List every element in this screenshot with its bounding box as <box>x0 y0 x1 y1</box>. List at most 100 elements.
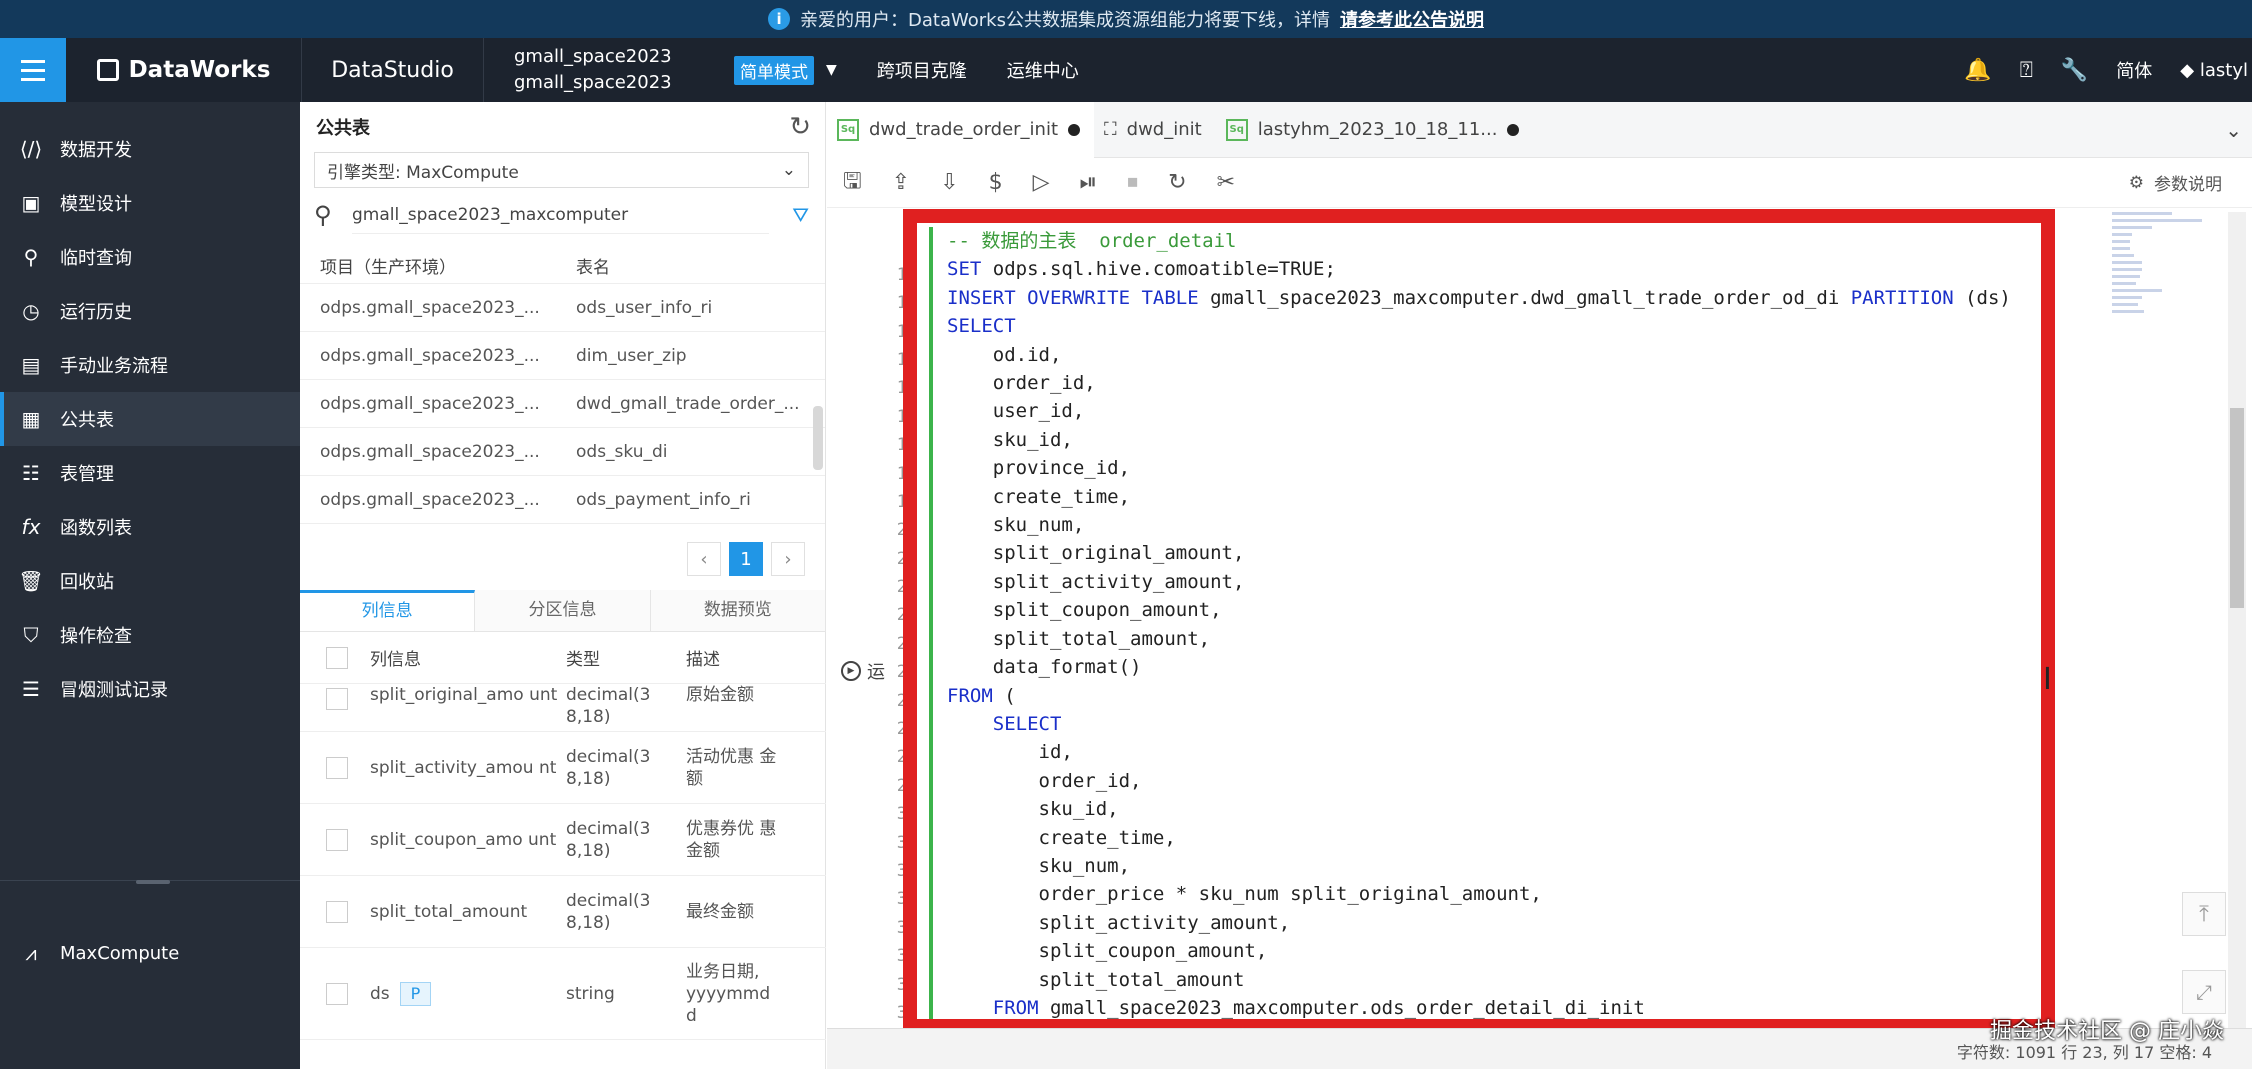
row-checkbox[interactable] <box>326 982 348 1005</box>
tab-partitions[interactable]: 分区信息 <box>475 590 651 631</box>
row-project: odps.gmall_space2023_... <box>320 489 540 510</box>
table-search[interactable]: ⚲ gmall_space2023_maxcomputer ⛛ <box>314 196 809 234</box>
wrench-icon[interactable]: 🔧 <box>2061 58 2088 83</box>
sidebar-resize-handle[interactable] <box>136 880 170 884</box>
row-checkbox[interactable] <box>326 900 348 923</box>
submit-icon[interactable]: ⇪ <box>892 170 910 195</box>
code-line: sku_num, <box>947 854 1131 877</box>
scroll-to-top-button[interactable]: ⤒ <box>2182 892 2226 936</box>
run-line-button[interactable]: ▶ 运 <box>841 658 885 684</box>
chevron-down-icon[interactable]: ▼ <box>826 62 837 78</box>
code-keyword: SELECT <box>947 315 1016 338</box>
unsaved-dot-icon[interactable] <box>1507 123 1520 136</box>
page-number[interactable]: 1 <box>729 542 763 576</box>
filter-icon[interactable]: ⛛ <box>769 203 809 227</box>
format-icon[interactable]: ✂ <box>1217 170 1235 195</box>
param-help-button[interactable]: ⚙ 参数说明 <box>2129 170 2222 196</box>
sidebar-item-query[interactable]: ⚲ 临时查询 <box>0 230 300 284</box>
tab-dwd-trade-order-init[interactable]: Sq dwd_trade_order_init <box>827 101 1095 158</box>
nav-link-ops[interactable]: 运维中心 <box>1007 57 1079 83</box>
nav-link-clone[interactable]: 跨项目克隆 <box>877 57 967 83</box>
stop-icon[interactable]: ⏹ <box>1127 170 1138 195</box>
line-number: 1 <box>896 293 907 314</box>
search-input[interactable]: gmall_space2023_maxcomputer <box>352 196 769 234</box>
sidebar-item-table-manage[interactable]: ☷ 表管理 <box>0 446 300 500</box>
fullscreen-button[interactable]: ⤢ <box>2182 970 2226 1014</box>
save-icon[interactable]: 🖫 <box>843 164 862 202</box>
sidebar-item-model[interactable]: ▣ 模型设计 <box>0 176 300 230</box>
table-row[interactable]: odps.gmall_space2023_... ods_sku_di <box>300 428 825 476</box>
sidebar-item-smoke-test[interactable]: ☰ 冒烟测试记录 <box>0 662 300 716</box>
chevron-down-icon: ⌄ <box>781 160 796 180</box>
brand[interactable]: DataWorks <box>66 38 302 102</box>
sidebar-item-public-table[interactable]: ▦ 公共表 <box>0 392 300 446</box>
line-number: 2 <box>896 775 907 796</box>
notice-bar: i 亲爱的用户：DataWorks公共数据集成资源组能力将要下线，详情 请参考此公… <box>0 0 2252 38</box>
studio-title[interactable]: DataStudio <box>302 38 484 102</box>
editor-tabs: Sq dwd_trade_order_init ⛶ dwd_init Sq la… <box>827 101 2252 158</box>
line-number: 1 <box>896 491 907 512</box>
line-number: 2 <box>896 605 907 626</box>
table-row[interactable]: odps.gmall_space2023_... ods_payment_info… <box>300 476 825 524</box>
row-table: ods_payment_info_ri <box>576 489 751 510</box>
notice-link[interactable]: 请参考此公告说明 <box>1340 6 1484 32</box>
sidebar-item-data-dev[interactable]: ⟨/⟩ 数据开发 <box>0 122 300 176</box>
refresh-icon[interactable]: ↻ <box>789 112 811 142</box>
tab-columns[interactable]: 列信息 <box>300 590 476 631</box>
public-table-panel: 公共表 ↻ 引擎类型: MaxCompute ⌄ ⚲ gmall_space20… <box>300 102 826 1069</box>
tab-preview[interactable]: 数据预览 <box>651 590 826 631</box>
next-page-button[interactable]: › <box>771 542 805 576</box>
unsaved-dot-icon[interactable] <box>1068 123 1081 136</box>
line-number: 2 <box>896 719 907 740</box>
tabs-dropdown-icon[interactable]: ⌄ <box>2225 118 2242 142</box>
sidebar-item-check[interactable]: ⛉ 操作检查 <box>0 608 300 662</box>
mode-badge[interactable]: 简单模式 <box>734 55 814 85</box>
sidebar-item-recycle[interactable]: 🗑 回收站 <box>0 554 300 608</box>
engine-type-select[interactable]: 引擎类型: MaxCompute ⌄ <box>314 152 809 188</box>
tab-dwd-init[interactable]: ⛶ dwd_init <box>1094 102 1216 158</box>
prev-page-button[interactable]: ‹ <box>687 542 721 576</box>
highlighted-code-region[interactable]: -- 数据的主表 order_detail SET odps.sql.hive.c… <box>903 209 2055 1033</box>
workspace-switcher[interactable]: gmall_space2023 gmall_space2023 <box>484 44 734 96</box>
column-type: decimal(3 8,18) <box>566 685 651 727</box>
language-switch[interactable]: 简体 <box>2116 57 2152 83</box>
bell-icon[interactable]: 🔔 <box>1964 58 1991 83</box>
row-project: odps.gmall_space2023_... <box>320 441 540 462</box>
sidebar-item-functions[interactable]: fx 函数列表 <box>0 500 300 554</box>
sidebar-item-maxcompute[interactable]: ⩘ MaxCompute <box>0 926 300 980</box>
cost-icon[interactable]: $ <box>989 170 1003 195</box>
sidebar-item-label: 回收站 <box>60 572 114 593</box>
sidebar-item-history[interactable]: ◷ 运行历史 <box>0 284 300 338</box>
code-minimap[interactable] <box>2112 212 2212 412</box>
row-checkbox[interactable] <box>326 756 348 779</box>
sql-editor: Sq dwd_trade_order_init ⛶ dwd_init Sq la… <box>827 101 2252 1069</box>
table-row: ds P string 业务日期, yyyymmd d <box>300 948 826 1040</box>
code-line: province_id, <box>947 457 1131 480</box>
code-line: user_id, <box>947 400 1085 423</box>
dataworks-logo-icon <box>96 59 119 81</box>
run-with-params-icon[interactable]: ⏯ <box>1080 170 1098 195</box>
row-checkbox[interactable] <box>326 688 348 710</box>
row-checkbox[interactable] <box>326 828 348 851</box>
code-text[interactable]: -- 数据的主表 order_detail SET odps.sql.hive.c… <box>947 227 2011 1019</box>
editor-scrollbar[interactable] <box>2228 212 2246 1032</box>
sidebar-item-manual-flow[interactable]: ▤ 手动业务流程 <box>0 338 300 392</box>
reload-icon[interactable]: ↻ <box>1168 170 1186 195</box>
line-number: 1 <box>896 349 907 370</box>
editor-toolbar: 🖫 ⇪ ⇩ $ ▷ ⏯ ⏹ ↻ ✂ ⚙ 参数说明 <box>827 158 2252 208</box>
table-row[interactable]: odps.gmall_space2023_... ods_user_info_ri <box>300 284 825 332</box>
help-icon[interactable]: ⍰ <box>2020 58 2033 83</box>
list-scrollbar[interactable] <box>813 406 823 470</box>
user-menu[interactable]: ◆ lastyl <box>2180 60 2248 81</box>
select-all-checkbox[interactable] <box>326 646 348 669</box>
menu-toggle-button[interactable] <box>0 38 66 102</box>
tab-lastyhm[interactable]: Sq lastyhm_2023_10_18_11... <box>1216 102 1534 158</box>
run-icon[interactable]: ▷ <box>1033 170 1050 195</box>
deploy-icon[interactable]: ⇩ <box>940 170 958 195</box>
table-row[interactable]: odps.gmall_space2023_... dim_user_zip <box>300 332 825 380</box>
tab-label: dwd_init <box>1126 119 1202 140</box>
diamond-icon: ◆ <box>2180 59 2200 81</box>
table-row[interactable]: odps.gmall_space2023_... dwd_gmall_trade_… <box>300 380 825 428</box>
code-line: split_total_amount, <box>947 627 1211 650</box>
function-icon: fx <box>21 515 41 539</box>
